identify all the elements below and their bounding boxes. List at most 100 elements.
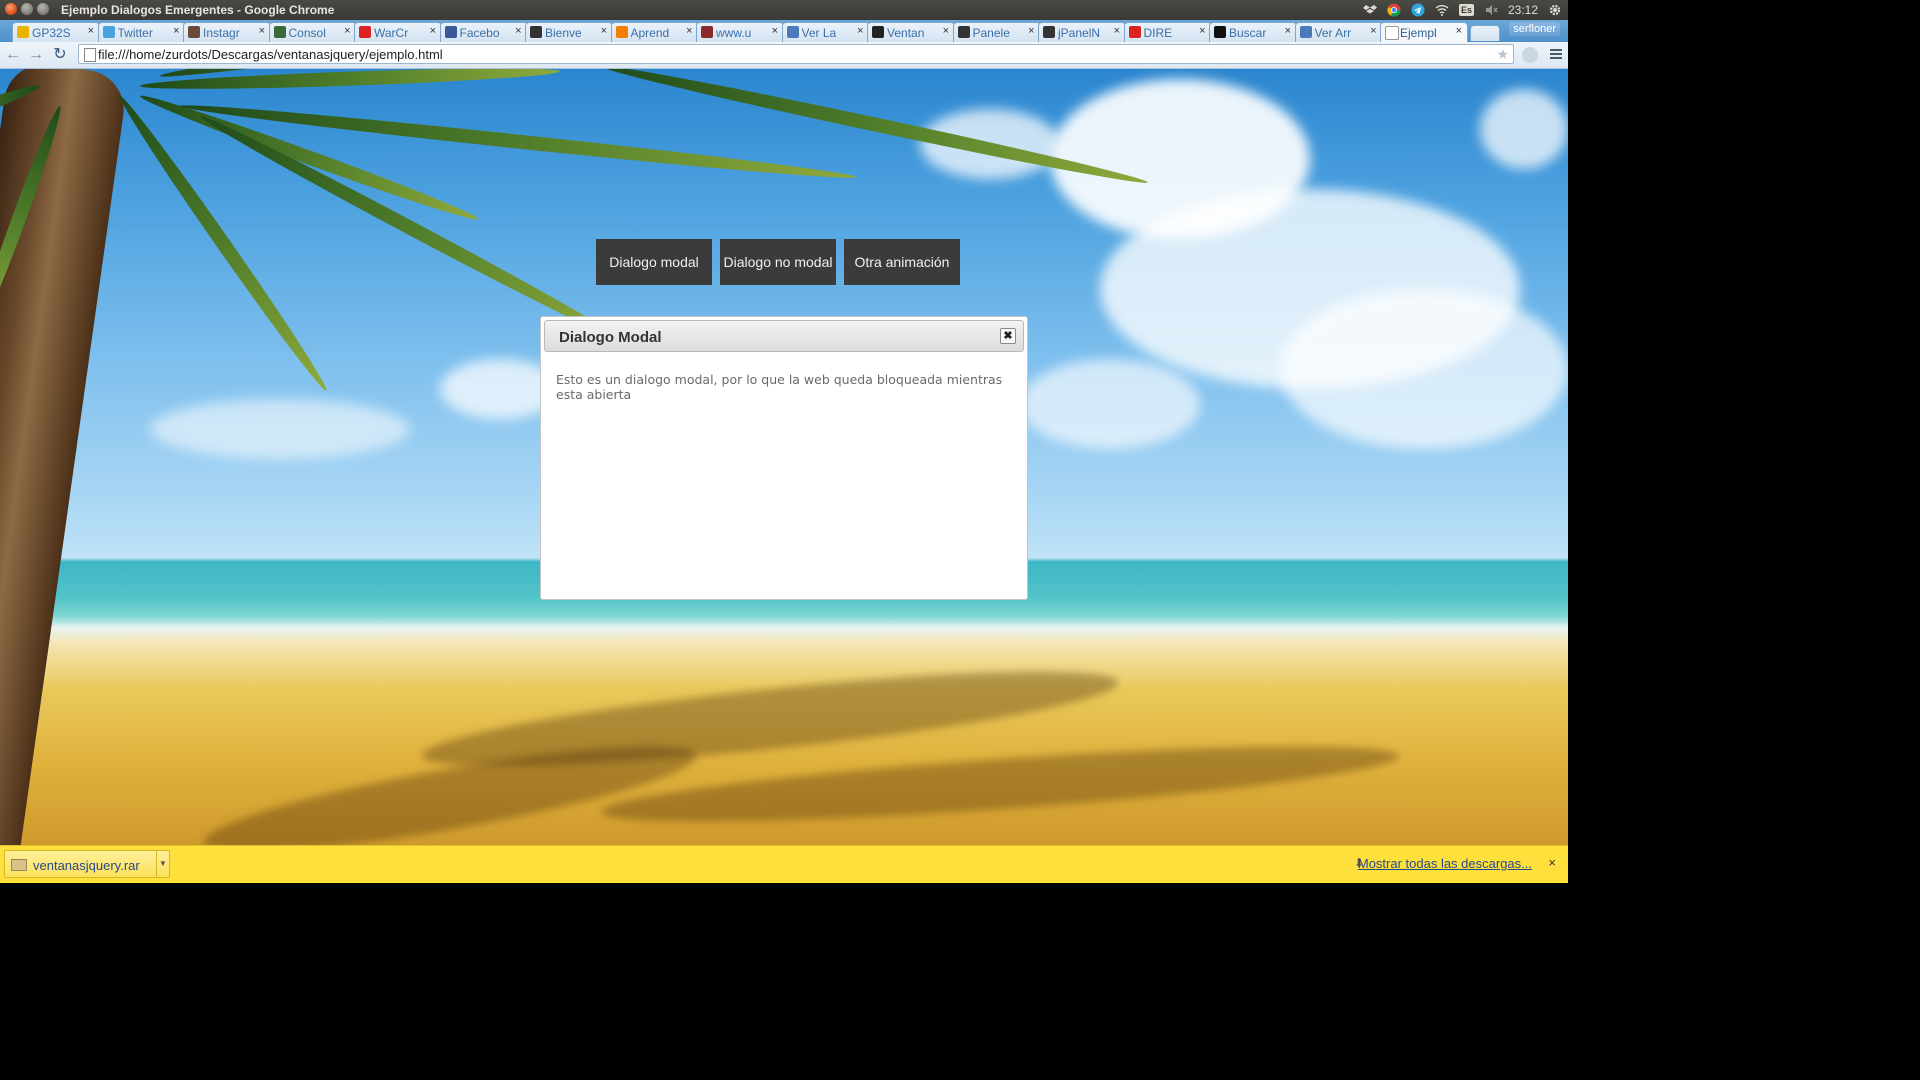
tab-close-icon[interactable]: × — [344, 25, 350, 37]
dialog-title: Dialogo Modal — [559, 329, 662, 346]
tab-close-icon[interactable]: × — [173, 25, 179, 37]
browser-tab[interactable]: Bienve × — [525, 22, 613, 42]
window-title: Ejemplo Dialogos Emergentes - Google Chr… — [61, 3, 335, 17]
browser-tab[interactable]: DIRE × — [1123, 22, 1212, 42]
modal-dialog: Dialogo Modal ✖ Esto es un dialogo modal… — [540, 316, 1028, 600]
tab-favicon-icon — [102, 26, 115, 38]
tab-close-icon[interactable]: × — [259, 25, 265, 37]
tab-label: Ejempl — [1400, 26, 1437, 40]
show-all-downloads-link[interactable]: Mostrar todas las descargas... — [1358, 856, 1532, 871]
tab-favicon-icon — [1299, 26, 1312, 38]
keyboard-layout-indicator[interactable]: Es — [1458, 4, 1474, 16]
clock[interactable]: 23:12 — [1508, 3, 1538, 17]
browser-tab[interactable]: Instagr × — [183, 22, 271, 42]
tab-favicon-icon — [17, 26, 29, 38]
browser-tab[interactable]: WarCr × — [354, 22, 442, 42]
dialog-close-icon[interactable]: ✖ — [1000, 328, 1016, 344]
tab-close-icon[interactable]: × — [857, 25, 863, 37]
new-tab-button[interactable] — [1469, 25, 1500, 41]
other-animation-button[interactable]: Otra animación — [844, 239, 960, 285]
browser-tab[interactable]: Aprend × — [610, 22, 699, 42]
tab-close-icon[interactable]: × — [515, 25, 521, 37]
back-arrow-icon[interactable]: ← — [4, 46, 22, 64]
cloud-decoration — [1020, 359, 1200, 449]
palm-trunk — [0, 69, 129, 845]
system-tray: Es 23:12 — [1362, 0, 1568, 20]
tab-label: DIRE — [1143, 26, 1173, 40]
download-item[interactable]: ventanasjquery.rar ▼ — [4, 850, 170, 878]
browser-tab[interactable]: www.u × — [696, 22, 784, 42]
browser-tab[interactable]: Ver Arr × — [1294, 22, 1383, 42]
tab-label: WarCr — [374, 26, 409, 40]
close-shelf-icon[interactable]: × — [1548, 855, 1556, 870]
tab-favicon-icon — [359, 26, 371, 38]
address-url[interactable]: file:///home/zurdots/Descargas/ventanasj… — [98, 47, 443, 62]
tab-strip: GP32S × Twitter × Instagr × Consol × WarCr × Faceb… — [0, 20, 1568, 42]
cloud-decoration — [1480, 89, 1568, 169]
cloud-decoration — [150, 399, 410, 459]
tab-label: Instagr — [203, 26, 240, 40]
tab-close-icon[interactable]: × — [1028, 25, 1034, 37]
browser-tab[interactable]: Buscar × — [1209, 22, 1297, 42]
tab-label: Twitter — [117, 26, 153, 40]
tab-favicon-icon — [1385, 26, 1399, 40]
tab-close-icon[interactable]: × — [1114, 25, 1120, 37]
non-modal-dialog-button[interactable]: Dialogo no modal — [720, 239, 836, 285]
tab-favicon-icon — [273, 26, 286, 38]
reload-icon[interactable]: ↻ — [51, 46, 69, 64]
tab-close-icon[interactable]: × — [601, 25, 607, 37]
tab-favicon-icon — [1043, 26, 1055, 38]
dialog-body-text: Esto es un dialogo modal, por lo que la … — [556, 372, 1003, 402]
tab-favicon-icon — [530, 26, 542, 38]
dropbox-icon[interactable] — [1362, 3, 1377, 17]
tab-close-icon[interactable]: × — [1199, 25, 1205, 37]
browser-tab[interactable]: jPanelN × — [1038, 22, 1126, 42]
browser-toolbar: ← → ↻ file:///home/zurdots/Descargas/ven… — [0, 42, 1568, 69]
address-bar[interactable]: file:///home/zurdots/Descargas/ventanasj… — [78, 44, 1514, 64]
wifi-icon[interactable] — [1435, 3, 1449, 17]
window-minimize-button[interactable] — [21, 3, 33, 15]
browser-tab[interactable]: Consol × — [268, 22, 357, 42]
download-menu-chevron-icon[interactable]: ▼ — [156, 851, 169, 877]
chrome-menu-icon[interactable] — [1550, 47, 1562, 61]
tab-close-icon[interactable]: × — [1370, 25, 1376, 37]
tab-favicon-icon — [1128, 26, 1141, 38]
tab-close-icon[interactable]: × — [88, 25, 94, 37]
tab-favicon-icon — [188, 26, 200, 38]
tab-favicon-icon — [872, 26, 884, 38]
forward-arrow-icon[interactable]: → — [27, 46, 45, 64]
browser-tab[interactable]: GP32S × — [12, 22, 100, 42]
modal-dialog-button[interactable]: Dialogo modal — [596, 239, 712, 285]
tab-close-icon[interactable]: × — [430, 25, 436, 37]
browser-tab[interactable]: Ver La × — [781, 22, 870, 42]
tab-close-icon[interactable]: × — [772, 25, 778, 37]
tab-favicon-icon — [615, 26, 628, 38]
tab-label: GP32S — [32, 26, 71, 40]
dialog-titlebar[interactable]: Dialogo Modal ✖ — [544, 320, 1024, 352]
tab-close-icon[interactable]: × — [686, 25, 692, 37]
tab-label: Panele — [972, 26, 1010, 40]
chrome-icon[interactable] — [1387, 3, 1401, 17]
extension-icon[interactable] — [1522, 47, 1538, 63]
tab-close-icon[interactable]: × — [943, 25, 949, 37]
browser-tab[interactable]: Twitter × — [97, 22, 186, 42]
browser-tab[interactable]: Ventan × — [867, 22, 955, 42]
settings-gear-icon[interactable] — [1548, 3, 1562, 17]
bookmark-star-icon[interactable]: ★ — [1496, 46, 1509, 63]
tab-close-icon[interactable]: × — [1285, 25, 1291, 37]
tab-favicon-icon — [701, 26, 713, 38]
browser-tab[interactable]: Ejempl × — [1380, 22, 1468, 42]
volume-muted-icon[interactable] — [1484, 3, 1498, 17]
tab-favicon-icon — [444, 26, 457, 38]
window-close-button[interactable] — [5, 3, 17, 15]
browser-tab[interactable]: Panele × — [952, 22, 1041, 42]
download-filename[interactable]: ventanasjquery.rar — [33, 858, 140, 873]
profile-badge[interactable]: serfloner — [1509, 22, 1560, 36]
window-maximize-button[interactable] — [37, 3, 49, 15]
telegram-icon[interactable] — [1411, 3, 1425, 17]
tab-label: jPanelN — [1058, 26, 1101, 40]
tab-label: Ventan — [887, 26, 925, 40]
tab-close-icon[interactable]: × — [1456, 25, 1462, 37]
page-background: Dialogo modal Dialogo no modal Otra anim… — [0, 69, 1568, 845]
browser-tab[interactable]: Facebo × — [439, 22, 528, 42]
